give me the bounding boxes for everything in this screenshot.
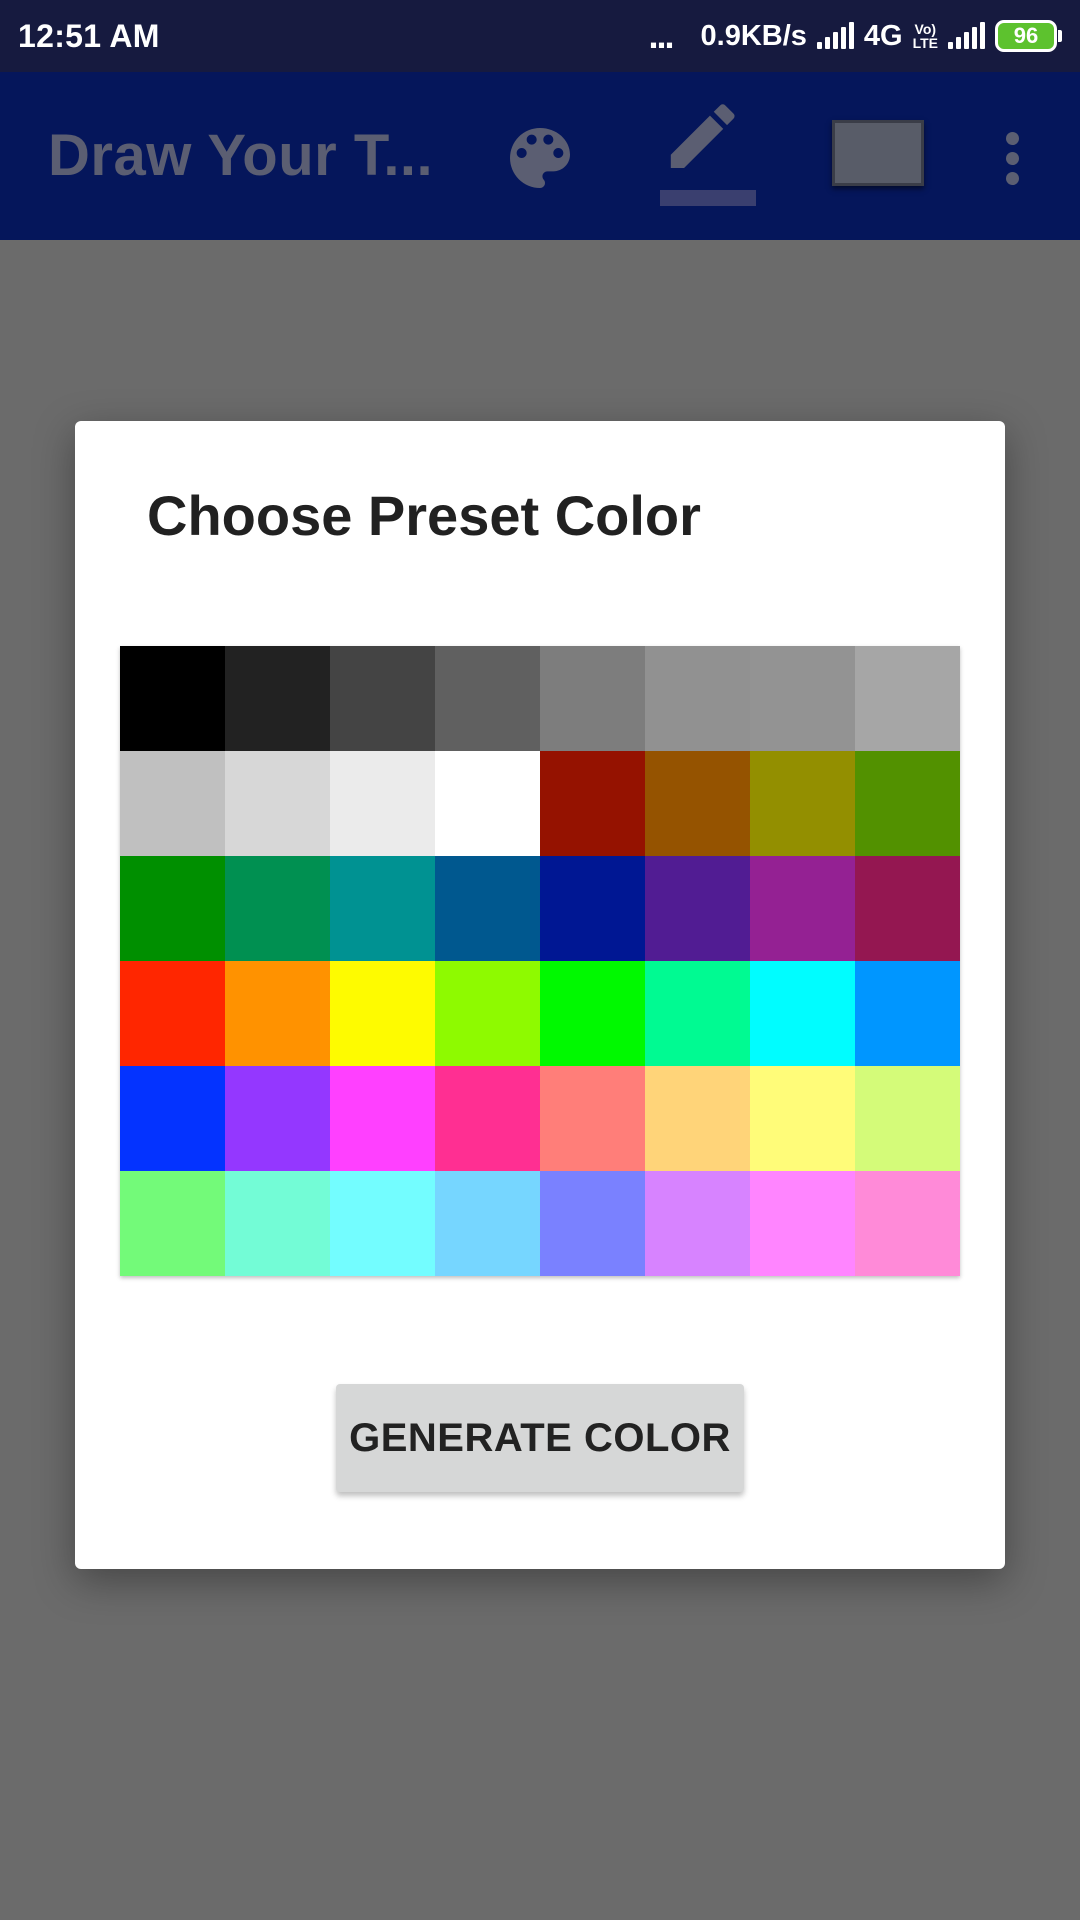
color-swatch[interactable] — [330, 1171, 435, 1276]
color-swatch[interactable] — [750, 1066, 855, 1171]
color-swatch[interactable] — [855, 646, 960, 751]
app-title: Draw Your T... — [48, 123, 434, 188]
color-swatch[interactable] — [435, 1066, 540, 1171]
color-swatch[interactable] — [120, 856, 225, 961]
color-swatch[interactable] — [645, 1171, 750, 1276]
app-bar: Draw Your T... — [0, 72, 1080, 240]
status-bar: 12:51 AM ... 0.9KB/s 4G Vo) LTE 96 — [0, 0, 1080, 72]
color-swatch[interactable] — [225, 1066, 330, 1171]
more-vert-icon[interactable] — [1006, 132, 1022, 186]
color-swatch[interactable] — [225, 1171, 330, 1276]
color-swatch[interactable] — [120, 646, 225, 751]
color-swatch[interactable] — [330, 856, 435, 961]
color-swatch[interactable] — [435, 646, 540, 751]
status-indicators: ... 0.9KB/s 4G Vo) LTE 96 — [648, 15, 1062, 57]
color-swatch[interactable] — [540, 646, 645, 751]
network-speed: 0.9KB/s — [700, 19, 807, 52]
signal-icon-2 — [948, 22, 985, 49]
dialog-title: Choose Preset Color — [147, 484, 701, 547]
color-swatch[interactable] — [120, 1171, 225, 1276]
color-swatch[interactable] — [750, 751, 855, 856]
color-swatch[interactable] — [225, 646, 330, 751]
volte-top: Vo) — [914, 21, 937, 37]
color-swatch[interactable] — [540, 1066, 645, 1171]
color-swatch[interactable] — [645, 1066, 750, 1171]
network-type: 4G — [863, 19, 903, 52]
color-swatch[interactable] — [435, 751, 540, 856]
color-swatch[interactable] — [330, 961, 435, 1066]
notification-dots: ... — [648, 15, 675, 56]
color-swatch[interactable] — [645, 856, 750, 961]
color-swatch[interactable] — [120, 961, 225, 1066]
color-swatch[interactable] — [750, 961, 855, 1066]
volte-bottom: LTE — [912, 35, 938, 51]
palette-icon[interactable] — [500, 118, 580, 198]
rectangle-icon[interactable] — [832, 120, 924, 186]
color-swatch[interactable] — [120, 1066, 225, 1171]
color-swatch[interactable] — [645, 961, 750, 1066]
color-swatch[interactable] — [435, 1171, 540, 1276]
color-swatch[interactable] — [645, 751, 750, 856]
color-swatch[interactable] — [855, 751, 960, 856]
color-swatch[interactable] — [855, 961, 960, 1066]
color-swatch[interactable] — [750, 1171, 855, 1276]
color-swatch[interactable] — [120, 751, 225, 856]
volte-icon: Vo) LTE — [913, 22, 938, 50]
pencil-color-indicator — [660, 190, 756, 206]
color-swatch[interactable] — [645, 646, 750, 751]
color-swatch[interactable] — [540, 751, 645, 856]
color-swatch[interactable] — [855, 856, 960, 961]
color-swatch[interactable] — [750, 856, 855, 961]
color-swatch[interactable] — [435, 961, 540, 1066]
color-swatch[interactable] — [225, 856, 330, 961]
generate-color-button[interactable]: GENERATE COLOR — [336, 1384, 744, 1492]
battery-level: 96 — [995, 20, 1057, 52]
color-swatch[interactable] — [750, 646, 855, 751]
pencil-icon[interactable] — [654, 102, 758, 202]
color-swatch[interactable] — [330, 751, 435, 856]
color-swatch[interactable] — [540, 856, 645, 961]
color-swatch[interactable] — [435, 856, 540, 961]
color-swatch[interactable] — [855, 1171, 960, 1276]
status-time: 12:51 AM — [18, 17, 160, 54]
color-swatch[interactable] — [855, 1066, 960, 1171]
color-swatch-grid — [120, 646, 960, 1276]
preset-color-dialog: Choose Preset Color GENERATE COLOR — [75, 421, 1005, 1569]
signal-icon — [816, 22, 854, 49]
color-swatch[interactable] — [540, 961, 645, 1066]
color-swatch[interactable] — [225, 961, 330, 1066]
color-swatch[interactable] — [540, 1171, 645, 1276]
color-swatch[interactable] — [330, 646, 435, 751]
color-swatch[interactable] — [225, 751, 330, 856]
battery-icon: 96 — [995, 20, 1062, 52]
color-swatch[interactable] — [330, 1066, 435, 1171]
